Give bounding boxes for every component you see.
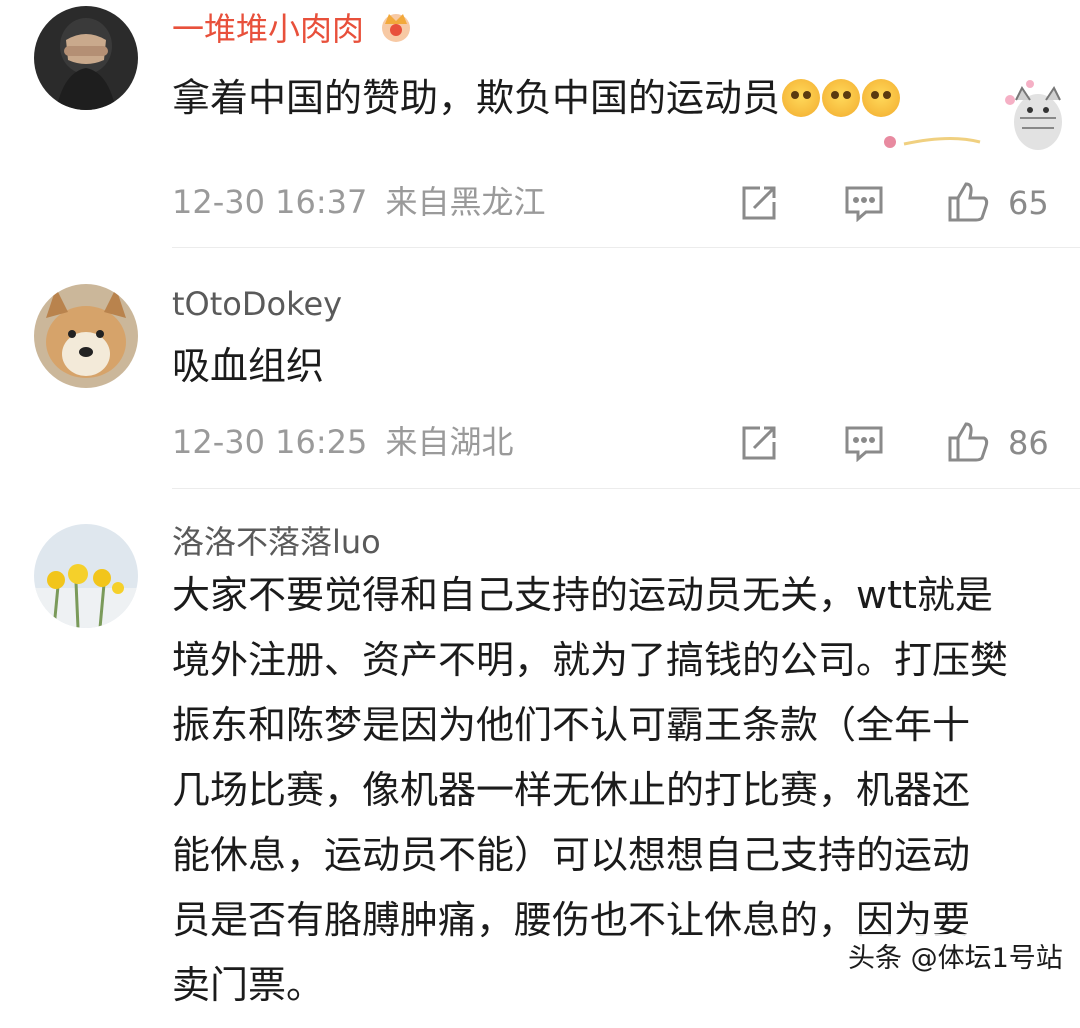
comment-text-line: 振东和陈梦是因为他们不认可霸王条款（全年十 xyxy=(172,703,971,747)
username[interactable]: 一堆堆小肉肉 xyxy=(172,8,414,49)
comment-item: 一堆堆小肉肉 拿着中国的赞助，欺负中国的运动员 12-30 16:37 来自黑龙… xyxy=(0,0,1080,250)
like-count: 86 xyxy=(1008,424,1049,462)
comment-meta: 12-30 16:25 来自湖北 xyxy=(172,426,514,458)
comment-location: 来自湖北 xyxy=(385,423,514,461)
user-avatar[interactable] xyxy=(34,524,138,628)
share-icon[interactable] xyxy=(740,184,778,226)
comment-text: 拿着中国的赞助，欺负中国的运动员 xyxy=(172,76,901,122)
like-icon[interactable] xyxy=(946,180,990,228)
comment-text-line: 能休息，运动员不能）可以想想自己支持的运动 xyxy=(172,833,971,877)
comment-text-line: 几场比赛，像机器一样无休止的打比赛，机器还 xyxy=(172,768,971,812)
like-icon[interactable] xyxy=(946,420,990,468)
like-count: 65 xyxy=(1008,184,1049,222)
astonished-face-icon xyxy=(782,79,821,117)
reply-icon[interactable] xyxy=(844,184,884,226)
divider xyxy=(172,488,1080,489)
user-avatar[interactable] xyxy=(34,284,138,388)
comment-text-line: 大家不要觉得和自己支持的运动员无关，wtt就是 xyxy=(172,573,993,617)
user-avatar[interactable] xyxy=(34,6,138,110)
share-icon[interactable] xyxy=(740,424,778,466)
cat-sticker-decoration xyxy=(870,70,1070,164)
username-text: 一堆堆小肉肉 xyxy=(172,10,365,48)
comment-text-body: 拿着中国的赞助，欺负中国的运动员 xyxy=(172,76,781,120)
comment-time: 12-30 16:25 xyxy=(172,423,368,461)
comment-item: tOtoDokey 吸血组织 12-30 16:25 来自湖北 86 xyxy=(0,250,1080,490)
reply-icon[interactable] xyxy=(844,424,884,466)
vip-crown-icon xyxy=(378,8,414,49)
comment-text: 吸血组织 xyxy=(172,344,325,388)
comment-time: 12-30 16:37 xyxy=(172,183,368,221)
watermark: 头条 @体坛1号站 xyxy=(842,934,1069,977)
comment-location: 来自黑龙江 xyxy=(385,183,546,221)
comment-meta: 12-30 16:37 来自黑龙江 xyxy=(172,186,546,218)
comment-text-line: 境外注册、资产不明，就为了搞钱的公司。打压樊 xyxy=(172,638,1009,682)
divider xyxy=(172,247,1080,248)
astonished-face-icon xyxy=(822,79,861,117)
username[interactable]: 洛洛不落落luo xyxy=(172,526,381,558)
username[interactable]: tOtoDokey xyxy=(172,288,342,320)
